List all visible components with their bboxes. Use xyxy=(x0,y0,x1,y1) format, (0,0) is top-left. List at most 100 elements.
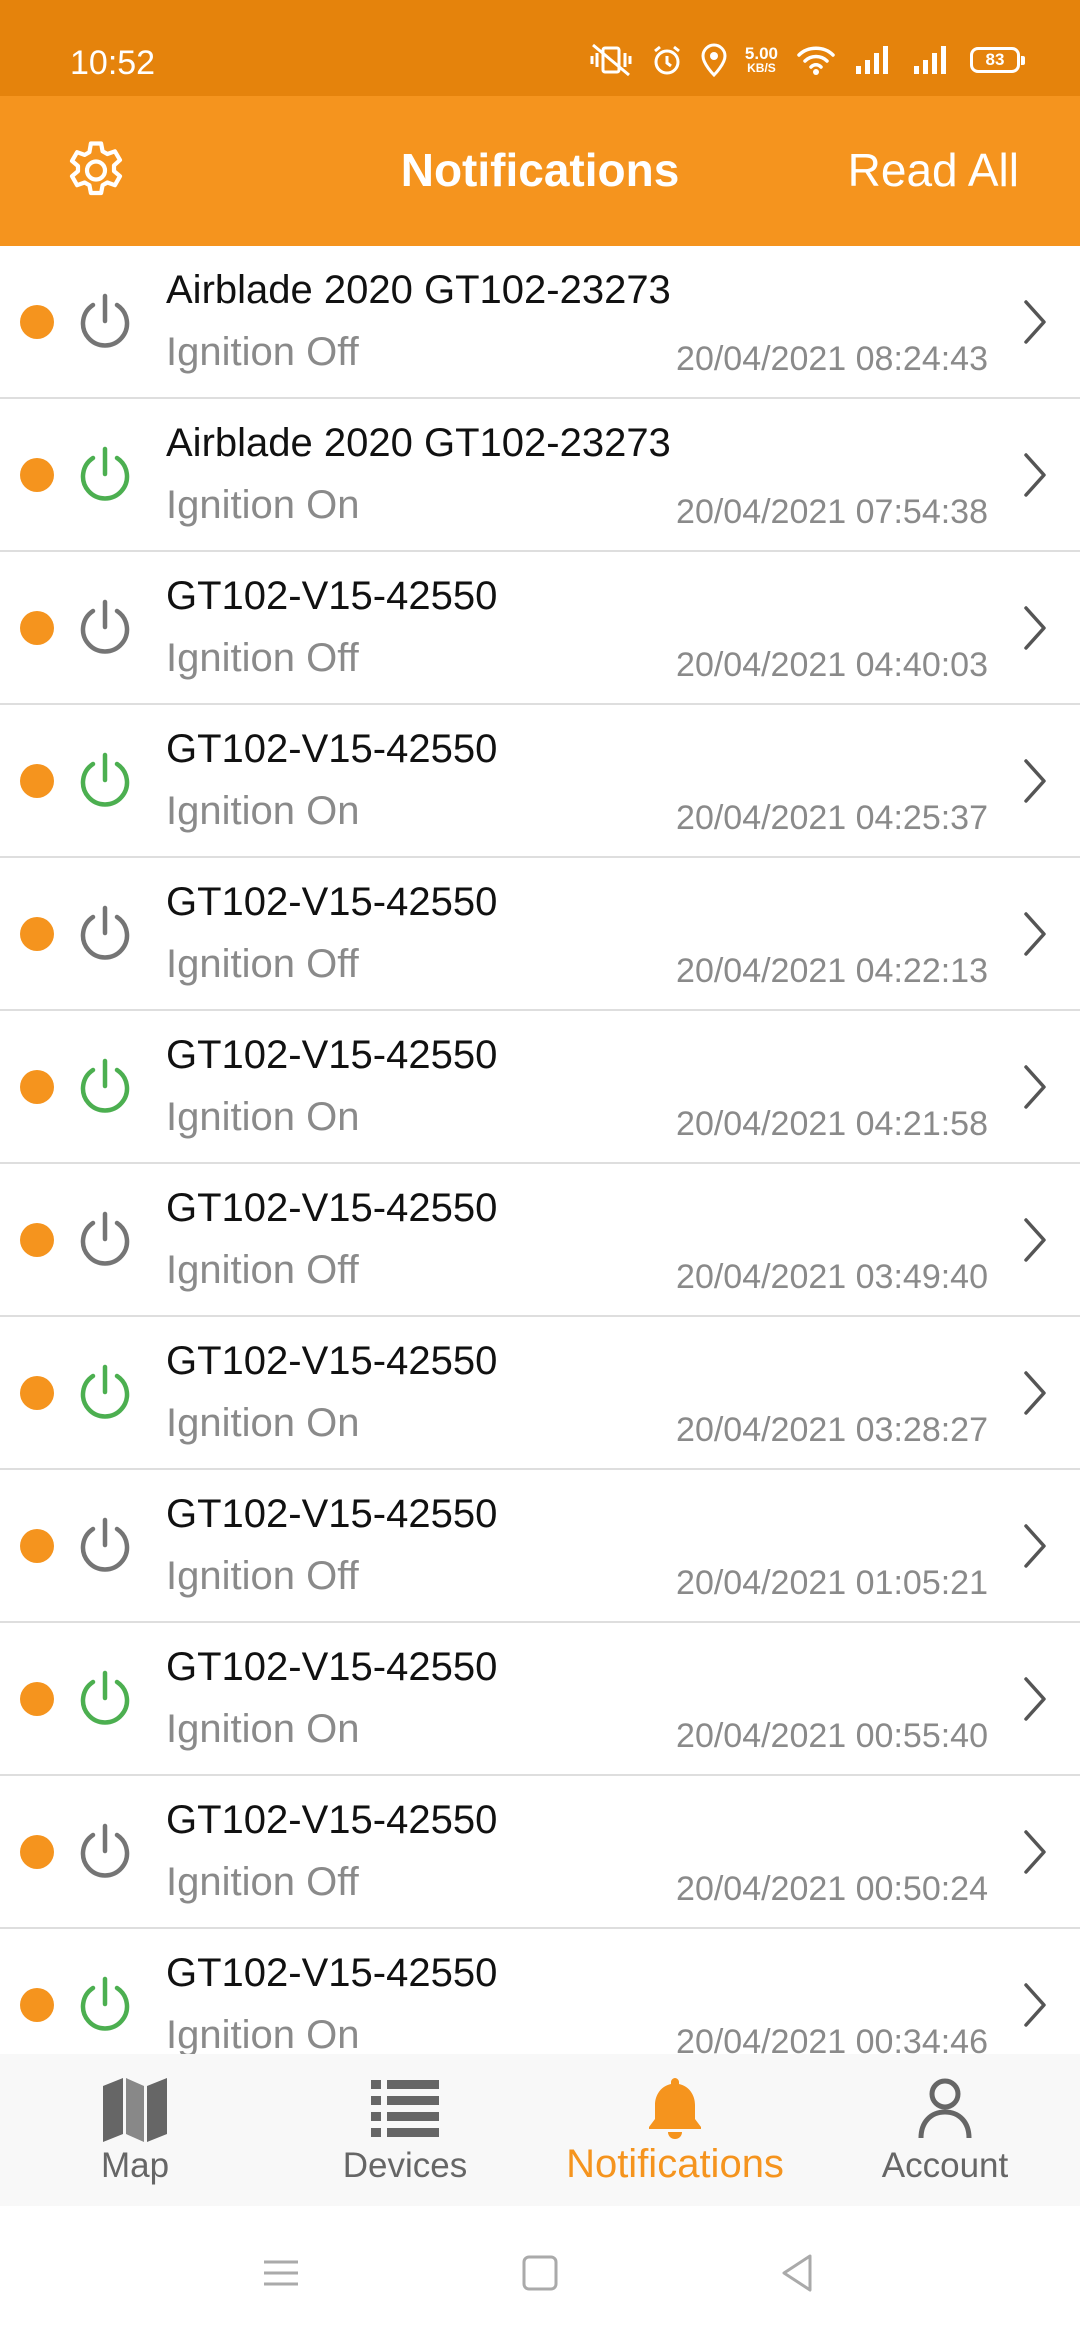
device-name: Airblade 2020 GT102-23273 xyxy=(166,268,671,312)
unread-dot xyxy=(20,1835,54,1869)
alarm-icon xyxy=(653,45,680,75)
back-icon[interactable] xyxy=(772,2248,822,2298)
chevron-right-icon xyxy=(1024,606,1046,650)
power-icon xyxy=(80,599,130,654)
power-icon xyxy=(80,1517,130,1572)
chevron-right-icon xyxy=(1024,912,1046,956)
event-type: Ignition Off xyxy=(166,330,359,374)
chevron-right-icon xyxy=(1024,300,1046,344)
home-icon[interactable] xyxy=(515,2248,565,2298)
notification-row[interactable]: GT102-V15-42550 Ignition On 20/04/2021 04:… xyxy=(0,1011,1080,1164)
unread-dot xyxy=(20,1682,54,1716)
device-name: Airblade 2020 GT102-23273 xyxy=(166,421,671,465)
unread-dot xyxy=(20,305,54,339)
nav-label-devices: Devices xyxy=(342,2146,468,2185)
nav-item-notifications[interactable]: Notifications xyxy=(540,2054,810,2206)
notification-row[interactable]: GT102-V15-42550 Ignition Off 20/04/2021 04… xyxy=(0,858,1080,1011)
unread-dot xyxy=(20,1223,54,1257)
person-icon xyxy=(918,2078,972,2139)
network-speed: 5.00 KB/S xyxy=(744,44,778,75)
unread-dot xyxy=(20,458,54,492)
timestamp: 20/04/2021 08:24:43 xyxy=(676,340,988,378)
device-name: GT102-V15-42550 xyxy=(166,1951,498,1995)
timestamp: 20/04/2021 04:40:03 xyxy=(676,646,988,684)
nav-item-map[interactable]: Map xyxy=(0,2054,270,2206)
timestamp: 20/04/2021 03:28:27 xyxy=(676,1411,988,1449)
unread-dot xyxy=(20,917,54,951)
event-type: Ignition Off xyxy=(166,1554,359,1598)
notification-row[interactable]: Airblade 2020 GT102-23273 Ignition On 20/0… xyxy=(0,399,1080,552)
unread-dot xyxy=(20,1529,54,1563)
timestamp: 20/04/2021 00:55:40 xyxy=(676,1717,988,1755)
system-nav-bar xyxy=(0,2206,1080,2340)
power-icon xyxy=(80,293,130,348)
timestamp: 20/04/2021 04:21:58 xyxy=(676,1105,988,1143)
device-name: GT102-V15-42550 xyxy=(166,1645,498,1689)
device-name: GT102-V15-42550 xyxy=(166,727,498,771)
power-icon xyxy=(80,1823,130,1878)
location-icon xyxy=(701,43,727,77)
notification-row[interactable]: Airblade 2020 GT102-23273 Ignition Off 20/… xyxy=(0,246,1080,399)
signal-icon xyxy=(856,46,888,74)
event-type: Ignition On xyxy=(166,2013,360,2054)
unread-dot xyxy=(20,1988,54,2022)
wifi-icon xyxy=(797,46,835,75)
device-name: GT102-V15-42550 xyxy=(166,1033,498,1077)
nav-label-notifications: Notifications xyxy=(566,2142,784,2186)
notification-row[interactable]: GT102-V15-42550 Ignition On 20/04/2021 04:… xyxy=(0,705,1080,858)
chevron-right-icon xyxy=(1024,1983,1046,2027)
nav-label-account: Account xyxy=(881,2146,1009,2185)
device-name: GT102-V15-42550 xyxy=(166,1339,498,1383)
device-name: GT102-V15-42550 xyxy=(166,880,498,924)
timestamp: 20/04/2021 00:50:24 xyxy=(676,1870,988,1908)
unread-dot xyxy=(20,611,54,645)
bell-icon xyxy=(649,2078,701,2139)
notification-list[interactable]: Airblade 2020 GT102-23273 Ignition Off 20/… xyxy=(0,246,1080,2054)
event-type: Ignition Off xyxy=(166,636,359,680)
chevron-right-icon xyxy=(1024,759,1046,803)
notification-row[interactable]: GT102-V15-42550 Ignition On 20/04/2021 00:… xyxy=(0,1929,1080,2054)
signal-icon xyxy=(914,46,946,74)
power-icon xyxy=(80,752,130,807)
chevron-right-icon xyxy=(1024,1065,1046,1109)
unread-dot xyxy=(20,1070,54,1104)
battery-indicator: 83 xyxy=(970,47,1025,73)
notification-row[interactable]: GT102-V15-42550 Ignition On 20/04/2021 00:… xyxy=(0,1623,1080,1776)
read-all-button[interactable]: Read All xyxy=(848,143,1019,197)
chevron-right-icon xyxy=(1024,1524,1046,1568)
nav-item-account[interactable]: Account xyxy=(810,2054,1080,2206)
nav-item-devices[interactable]: Devices xyxy=(270,2054,540,2206)
status-icons: 5.00 KB/S 83 xyxy=(589,40,1025,80)
notification-row[interactable]: GT102-V15-42550 Ignition Off 20/04/2021 00… xyxy=(0,1776,1080,1929)
chevron-right-icon xyxy=(1024,453,1046,497)
vibrate-off-icon xyxy=(590,43,632,77)
status-time: 10:52 xyxy=(70,44,156,82)
event-type: Ignition On xyxy=(166,1401,360,1445)
menu-icon[interactable] xyxy=(256,2248,306,2298)
event-type: Ignition On xyxy=(166,1095,360,1139)
notification-row[interactable]: GT102-V15-42550 Ignition Off 20/04/2021 01… xyxy=(0,1470,1080,1623)
timestamp: 20/04/2021 01:05:21 xyxy=(676,1564,988,1602)
status-bar: 10:52 5.00 KB/S 83 xyxy=(0,0,1080,96)
event-type: Ignition On xyxy=(166,483,360,527)
timestamp: 20/04/2021 04:22:13 xyxy=(676,952,988,990)
chevron-right-icon xyxy=(1024,1371,1046,1415)
timestamp: 20/04/2021 04:25:37 xyxy=(676,799,988,837)
power-icon xyxy=(80,1976,130,2031)
timestamp: 20/04/2021 07:54:38 xyxy=(676,493,988,531)
notification-row[interactable]: GT102-V15-42550 Ignition On 20/04/2021 03:… xyxy=(0,1317,1080,1470)
app-header: Notifications Read All xyxy=(0,96,1080,246)
chevron-right-icon xyxy=(1024,1677,1046,1721)
power-icon xyxy=(80,1058,130,1113)
unread-dot xyxy=(20,764,54,798)
map-icon xyxy=(103,2078,167,2142)
timestamp: 20/04/2021 03:49:40 xyxy=(676,1258,988,1296)
bottom-nav: Map Devices Notifications Account xyxy=(0,2054,1080,2206)
chevron-right-icon xyxy=(1024,1218,1046,1262)
list-icon xyxy=(371,2080,439,2137)
notification-row[interactable]: GT102-V15-42550 Ignition Off 20/04/2021 04… xyxy=(0,552,1080,705)
event-type: Ignition Off xyxy=(166,1248,359,1292)
unread-dot xyxy=(20,1376,54,1410)
chevron-right-icon xyxy=(1024,1830,1046,1874)
notification-row[interactable]: GT102-V15-42550 Ignition Off 20/04/2021 03… xyxy=(0,1164,1080,1317)
